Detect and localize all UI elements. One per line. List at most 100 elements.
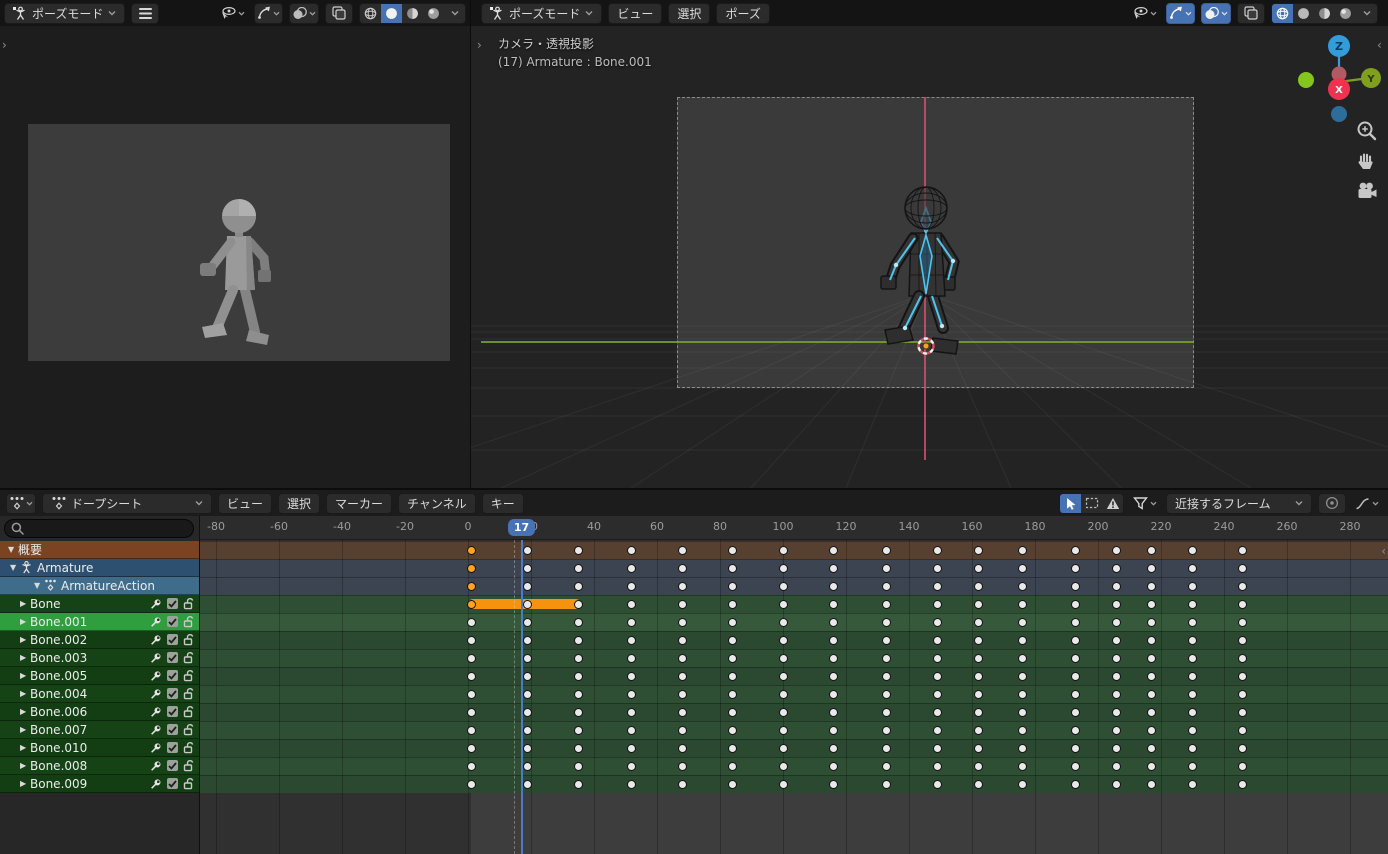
hamburger-menu-button[interactable] (131, 3, 159, 24)
keyframe[interactable] (1147, 762, 1156, 771)
keyframe[interactable] (1238, 636, 1247, 645)
shading-rendered-button[interactable] (1335, 4, 1356, 23)
keyframe[interactable] (728, 744, 737, 753)
keyframe[interactable] (882, 600, 891, 609)
channel-row-Bone.003[interactable]: ▶Bone.003 (0, 649, 200, 667)
keyframe[interactable] (1112, 690, 1121, 699)
keyframe[interactable] (574, 780, 583, 789)
keyframe[interactable] (933, 582, 942, 591)
menu-select-right[interactable]: 選択 (668, 3, 710, 24)
keyframe[interactable] (933, 762, 942, 771)
keyframe[interactable] (1112, 582, 1121, 591)
keyframe[interactable] (1188, 708, 1197, 717)
keyframe[interactable] (1018, 654, 1027, 663)
keyframe[interactable] (467, 708, 476, 717)
menu-pose-right[interactable]: ポーズ (716, 3, 769, 24)
keyframe[interactable] (627, 744, 636, 753)
channel-enable-checkbox[interactable] (167, 670, 178, 681)
keyframe[interactable] (974, 546, 983, 555)
shading-dropdown[interactable] (1356, 4, 1377, 23)
expand-triangle-icon[interactable]: ▶ (20, 707, 30, 716)
keyframe[interactable] (1147, 690, 1156, 699)
keyframe-row-Bone[interactable] (200, 595, 1388, 613)
keyframe[interactable] (974, 708, 983, 717)
keyframe[interactable] (933, 600, 942, 609)
keyframe[interactable] (829, 600, 838, 609)
filter-dropdown[interactable] (1130, 493, 1160, 514)
keyframe[interactable] (523, 618, 532, 627)
snap-mode-dropdown[interactable]: 近接するフレーム (1166, 493, 1312, 514)
keyframe[interactable] (1018, 762, 1027, 771)
select-visibility-dropdown-right[interactable] (1129, 3, 1160, 24)
keyframe[interactable] (779, 744, 788, 753)
gizmo-axis-z-neg[interactable] (1331, 106, 1347, 122)
select-visibility-dropdown-left[interactable] (217, 3, 248, 24)
keyframe[interactable] (467, 780, 476, 789)
channel-search-input[interactable] (4, 519, 194, 538)
keyframe[interactable] (467, 654, 476, 663)
keyframe[interactable] (523, 582, 532, 591)
unlock-icon[interactable] (183, 615, 195, 628)
keyframe[interactable] (1018, 780, 1027, 789)
channel-row-Bone.009[interactable]: ▶Bone.009 (0, 775, 200, 793)
region-expand-arrow[interactable]: › (2, 38, 7, 52)
channel-enable-checkbox[interactable] (167, 688, 178, 699)
keyframe[interactable] (829, 744, 838, 753)
keyframe[interactable] (974, 672, 983, 681)
dope-sheet-mode-dropdown[interactable]: ドープシート (42, 493, 212, 514)
keyframe[interactable] (574, 600, 583, 609)
expand-triangle-icon[interactable]: ▶ (20, 779, 30, 788)
keyframe[interactable] (627, 726, 636, 735)
keyframe[interactable] (467, 582, 476, 591)
keyframe[interactable] (1071, 690, 1080, 699)
keyframe[interactable] (467, 564, 476, 573)
keyframe[interactable] (728, 654, 737, 663)
keyframe[interactable] (1238, 744, 1247, 753)
keyframe[interactable] (1147, 654, 1156, 663)
keyframe[interactable] (1188, 672, 1197, 681)
keyframe[interactable] (933, 654, 942, 663)
unlock-icon[interactable] (183, 687, 195, 700)
collapse-triangle-icon[interactable]: ▼ (10, 563, 20, 572)
keyframe[interactable] (1238, 546, 1247, 555)
keyframe[interactable] (574, 636, 583, 645)
keyframe[interactable] (1238, 762, 1247, 771)
keyframe[interactable] (574, 582, 583, 591)
channel-row-ArmatureAction[interactable]: ▼ArmatureAction (0, 577, 200, 595)
keyframe[interactable] (574, 546, 583, 555)
keyframe[interactable] (933, 744, 942, 753)
keyframe-row-Bone.009[interactable] (200, 775, 1388, 793)
channel-enable-checkbox[interactable] (167, 706, 178, 717)
keyframe[interactable] (1071, 672, 1080, 681)
keyframe[interactable] (829, 726, 838, 735)
keyframe[interactable] (882, 744, 891, 753)
navigation-gizmo[interactable]: Z Y X (1293, 34, 1388, 134)
keyframe[interactable] (1018, 744, 1027, 753)
keyframe[interactable] (1112, 564, 1121, 573)
keyframe[interactable] (779, 600, 788, 609)
keyframe[interactable] (523, 600, 532, 609)
keyframe[interactable] (1018, 708, 1027, 717)
keyframe[interactable] (523, 546, 532, 555)
keyframe[interactable] (574, 762, 583, 771)
keyframe[interactable] (779, 690, 788, 699)
keyframe[interactable] (829, 654, 838, 663)
expand-triangle-icon[interactable]: ▶ (20, 743, 30, 752)
keyframe-row-Bone.008[interactable] (200, 757, 1388, 775)
keyframe[interactable] (779, 780, 788, 789)
keyframe[interactable] (974, 618, 983, 627)
keyframe[interactable] (627, 618, 636, 627)
keyframe[interactable] (882, 762, 891, 771)
keyframe[interactable] (779, 546, 788, 555)
keyframe[interactable] (467, 690, 476, 699)
keyframe[interactable] (829, 636, 838, 645)
keyframe[interactable] (933, 726, 942, 735)
channel-enable-checkbox[interactable] (167, 634, 178, 645)
pan-tool-button[interactable] (1355, 150, 1377, 172)
keyframe[interactable] (574, 708, 583, 717)
keyframe[interactable] (1238, 780, 1247, 789)
channel-row-Bone.007[interactable]: ▶Bone.007 (0, 721, 200, 739)
current-frame-badge[interactable]: 17 (508, 519, 535, 536)
keyframe[interactable] (974, 600, 983, 609)
keyframe[interactable] (467, 762, 476, 771)
